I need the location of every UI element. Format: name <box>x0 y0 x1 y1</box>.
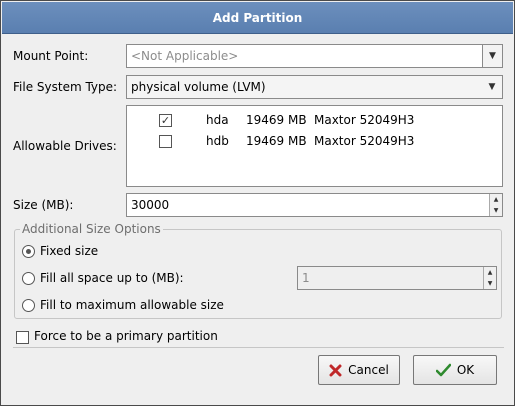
allowable-drives-list: ✓ hda 19469 MB Maxtor 52049H3 hdb 19469 … <box>126 105 503 187</box>
drive-row-hda[interactable]: ✓ hda 19469 MB Maxtor 52049H3 <box>127 111 502 131</box>
cancel-button-label: Cancel <box>348 363 389 377</box>
button-separator <box>13 347 504 348</box>
drive-model: Maxtor 52049H3 <box>314 134 415 148</box>
drive-hdb-checkbox[interactable] <box>159 135 172 148</box>
fill-up-to-spin-buttons[interactable]: ▲ ▼ <box>483 267 496 289</box>
mount-point-value: <Not Applicable> <box>131 49 239 63</box>
force-primary-checkbox[interactable] <box>16 331 29 344</box>
size-options-title: Additional Size Options <box>20 222 163 236</box>
ok-button-label: OK <box>456 363 475 377</box>
fill-up-to-spinbox[interactable]: 1 ▲ ▼ <box>297 266 497 290</box>
spin-up-icon[interactable]: ▲ <box>490 194 502 205</box>
fill-up-to-radio[interactable] <box>22 272 35 285</box>
checkmark-icon: ✓ <box>160 114 171 127</box>
chevron-down-icon: ▼ <box>488 82 496 92</box>
mount-point-dropdown-button[interactable]: ▼ <box>482 45 502 67</box>
fill-max-radio[interactable] <box>22 299 35 312</box>
fill-up-to-label[interactable]: Fill all space up to (MB): <box>40 271 184 285</box>
size-spinbox[interactable]: 30000 ▲ ▼ <box>126 193 503 217</box>
drive-model: Maxtor 52049H3 <box>314 113 415 127</box>
spin-down-icon[interactable]: ▼ <box>490 205 502 216</box>
ok-check-icon <box>435 363 451 377</box>
fs-type-select[interactable]: physical volume (LVM) ▼ <box>126 75 503 99</box>
spin-up-icon[interactable]: ▲ <box>484 267 496 278</box>
add-partition-dialog: Add Partition Mount Point: <Not Applicab… <box>0 0 515 406</box>
mount-point-label: Mount Point: <box>13 49 88 63</box>
fs-type-value: physical volume (LVM) <box>131 80 266 94</box>
spin-down-icon[interactable]: ▼ <box>484 278 496 289</box>
mount-point-combo[interactable]: <Not Applicable> ▼ <box>126 44 503 68</box>
force-primary-label[interactable]: Force to be a primary partition <box>34 329 218 343</box>
size-spin-buttons[interactable]: ▲ ▼ <box>489 194 502 216</box>
fixed-size-radio[interactable] <box>22 245 35 258</box>
radio-selected-dot <box>26 249 31 254</box>
drive-name: hdb <box>206 134 229 148</box>
cancel-button[interactable]: Cancel <box>318 355 400 385</box>
chevron-down-icon: ▼ <box>489 51 496 61</box>
ok-button[interactable]: OK <box>413 355 497 385</box>
dialog-title: Add Partition <box>2 2 513 34</box>
drive-name: hda <box>206 113 229 127</box>
mount-point-label-text: Mount Point: <box>13 49 89 63</box>
cancel-icon <box>329 364 342 377</box>
fill-up-to-value: 1 <box>302 271 310 285</box>
drive-size: 19469 MB <box>246 134 307 148</box>
fs-type-label: File System Type: <box>13 80 118 94</box>
fs-type-dropdown-button[interactable]: ▼ <box>482 76 502 98</box>
size-value: 30000 <box>131 198 170 212</box>
drive-size: 19469 MB <box>246 113 307 127</box>
fill-max-label[interactable]: Fill to maximum allowable size <box>40 298 224 312</box>
size-label: Size (MB): <box>13 198 74 212</box>
fixed-size-label[interactable]: Fixed size <box>40 244 98 258</box>
drive-hda-checkbox[interactable]: ✓ <box>159 114 172 127</box>
allowable-drives-label: Allowable Drives: <box>13 139 117 153</box>
drive-row-hdb[interactable]: hdb 19469 MB Maxtor 52049H3 <box>127 132 502 152</box>
